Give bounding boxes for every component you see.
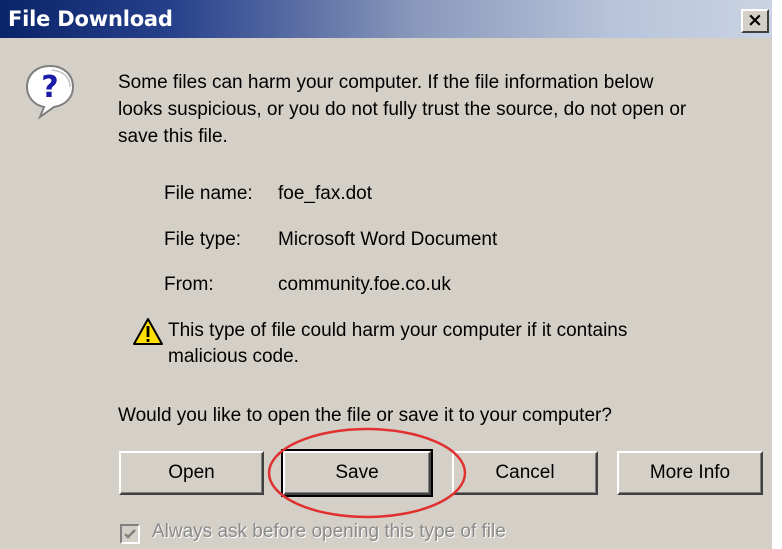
warning-line-2: malicious code. [168, 346, 299, 367]
window-title: File Download [8, 7, 173, 31]
file-download-dialog: File Download × ? Some files can harm yo… [0, 0, 772, 549]
save-button[interactable]: Save [281, 449, 433, 497]
message-line-1: Some files can harm your computer. If th… [118, 72, 654, 93]
always-ask-checkbox[interactable] [120, 524, 140, 544]
warning-triangle-icon [133, 318, 163, 345]
title-bar[interactable]: File Download × [0, 0, 772, 38]
question-balloon-icon: ? [25, 64, 75, 120]
always-ask-label: Always ask before opening this type of f… [152, 521, 506, 542]
from-value: community.foe.co.uk [278, 274, 451, 295]
message-line-2: looks suspicious, or you do not fully tr… [118, 99, 687, 120]
file-type-label: File type: [164, 229, 242, 250]
more-info-button[interactable]: More Info [617, 451, 763, 495]
file-type-value: Microsoft Word Document [278, 229, 498, 250]
question-text: Would you like to open the file or save … [118, 405, 612, 426]
checkmark-icon [124, 529, 136, 539]
file-name-value: foe_fax.dot [278, 183, 373, 204]
svg-text:?: ? [41, 70, 58, 105]
cancel-button[interactable]: Cancel [452, 451, 598, 495]
close-icon: × [747, 9, 763, 31]
message-line-3: save this file. [118, 126, 228, 147]
close-button[interactable]: × [741, 9, 769, 33]
file-name-label: File name: [164, 183, 253, 204]
open-button[interactable]: Open [119, 451, 264, 495]
from-label: From: [164, 274, 214, 295]
warning-line-1: This type of file could harm your comput… [168, 320, 628, 341]
